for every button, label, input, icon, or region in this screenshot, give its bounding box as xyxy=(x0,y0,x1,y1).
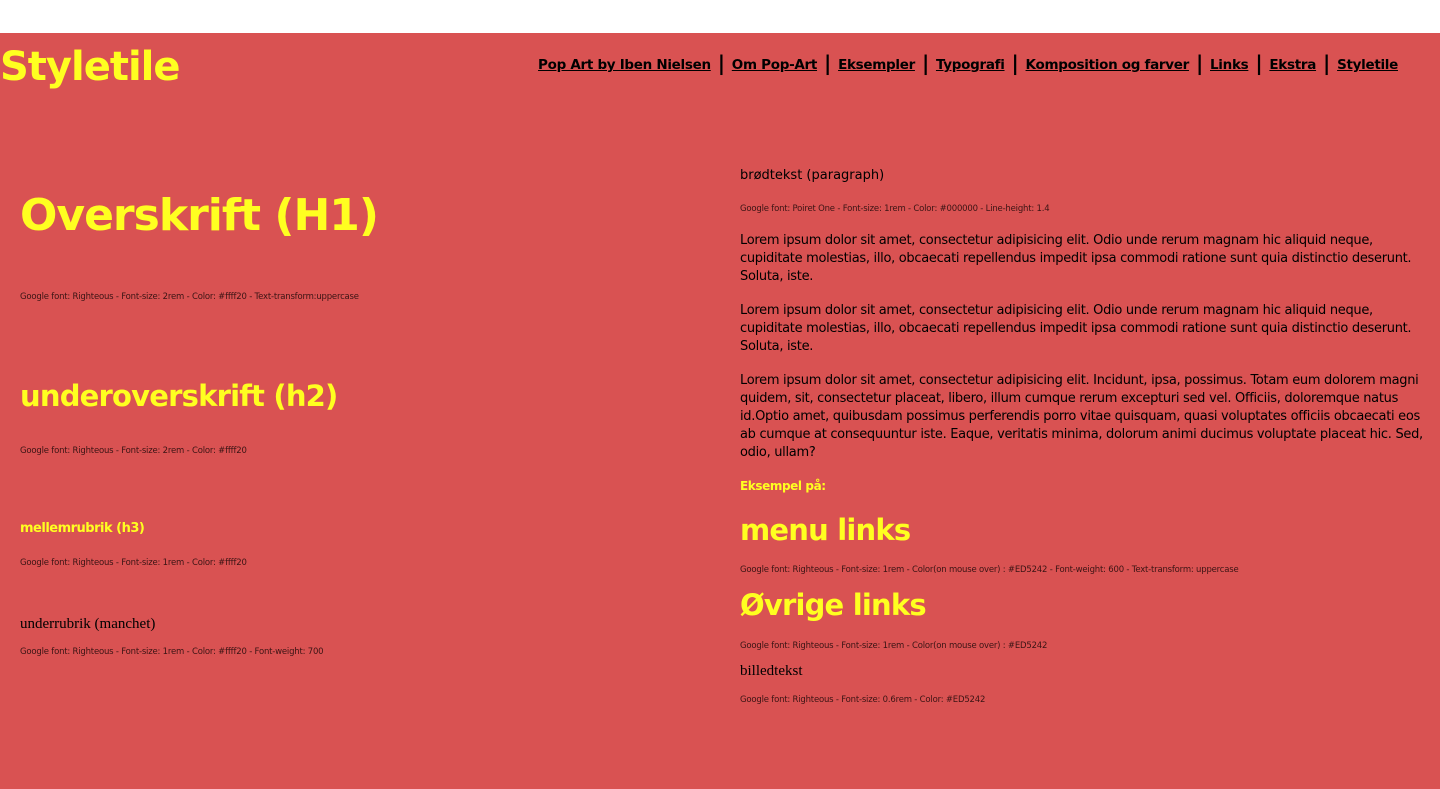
nav-link-komposition[interactable]: Komposition og farver xyxy=(1026,57,1190,73)
sample-h2: underoverskrift (h2) xyxy=(20,379,338,413)
nav-separator: | xyxy=(921,51,929,75)
paragraph-spec: Google font: Poiret One - Font-size: 1re… xyxy=(740,204,1050,214)
page-body: Styletile Pop Art by Iben Nielsen | Om P… xyxy=(0,33,1440,789)
site-logo-title[interactable]: Styletile xyxy=(0,39,181,95)
manchet-spec: Google font: Righteous - Font-size: 1rem… xyxy=(20,647,324,657)
nav-link-ekstra[interactable]: Ekstra xyxy=(1269,57,1316,73)
sample-menu-links[interactable]: menu links xyxy=(740,513,911,547)
lorem-paragraph-1: Lorem ipsum dolor sit amet, consectetur … xyxy=(740,233,1412,284)
h2-spec: Google font: Righteous - Font-size: 2rem… xyxy=(20,446,247,456)
sample-other-links[interactable]: Øvrige links xyxy=(740,588,927,622)
nav-separator: | xyxy=(1255,51,1263,75)
main-nav: Pop Art by Iben Nielsen | Om Pop-Art | E… xyxy=(538,51,1398,75)
sample-paragraph-label: brødtekst (paragraph) xyxy=(740,168,885,183)
nav-separator: | xyxy=(717,51,725,75)
other-links-spec: Google font: Righteous - Font-size: 1rem… xyxy=(740,641,1048,651)
nav-link-om-pop-art[interactable]: Om Pop-Art xyxy=(732,57,818,73)
nav-separator: | xyxy=(1323,51,1331,75)
menu-links-spec: Google font: Righteous - Font-size: 1rem… xyxy=(740,565,1239,575)
nav-separator: | xyxy=(1195,51,1203,75)
lorem-paragraph-2: Lorem ipsum dolor sit amet, consectetur … xyxy=(740,303,1412,354)
nav-link-links[interactable]: Links xyxy=(1210,57,1249,73)
nav-link-eksempler[interactable]: Eksempler xyxy=(838,57,915,73)
nav-separator: | xyxy=(824,51,832,75)
example-label: Eksempel på: xyxy=(740,479,826,493)
nav-link-styletile[interactable]: Styletile xyxy=(1337,57,1398,73)
nav-separator: | xyxy=(1011,51,1019,75)
nav-link-typografi[interactable]: Typografi xyxy=(936,57,1005,73)
lorem-paragraph-3: Lorem ipsum dolor sit amet, consectetur … xyxy=(740,373,1423,460)
sample-caption: billedtekst xyxy=(740,663,803,679)
nav-link-pop-art[interactable]: Pop Art by Iben Nielsen xyxy=(538,57,711,73)
h1-spec: Google font: Righteous - Font-size: 2rem… xyxy=(20,292,359,302)
h3-spec: Google font: Righteous - Font-size: 1rem… xyxy=(20,558,247,568)
sample-h1: Overskrift (H1) xyxy=(20,190,379,241)
sample-h3: mellemrubrik (h3) xyxy=(20,521,145,536)
caption-spec: Google font: Righteous - Font-size: 0.6r… xyxy=(740,695,986,705)
sample-manchet: underrubrik (manchet) xyxy=(20,616,156,632)
